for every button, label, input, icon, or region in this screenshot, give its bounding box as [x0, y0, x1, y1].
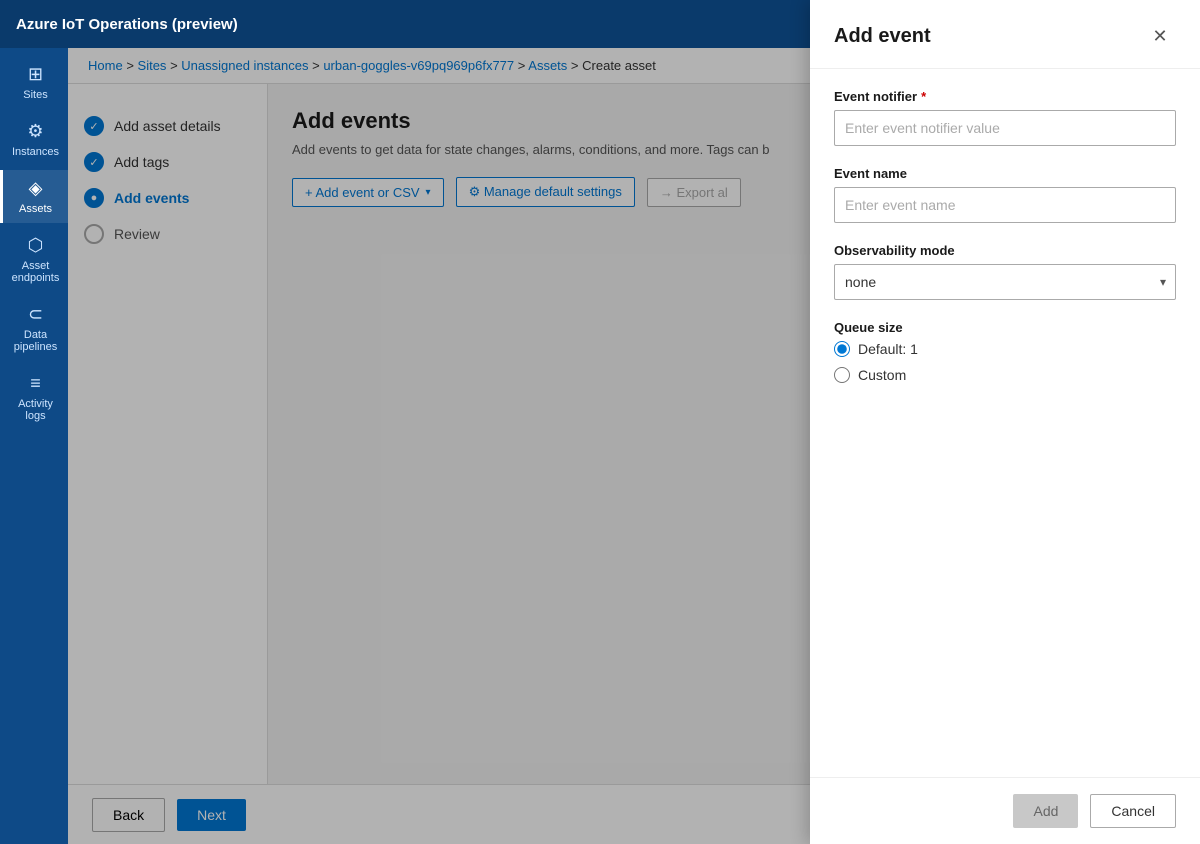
sidebar-item-data-pipelines[interactable]: ⊂ Data pipelines [0, 296, 68, 361]
panel-body: Event notifier * Event name Observabilit… [810, 69, 1200, 777]
queue-size-group: Queue size Default: 1 Custom [834, 320, 1176, 383]
data-pipelines-icon: ⊂ [28, 304, 43, 325]
sidebar: ⊞ Sites ⚙ Instances ◈ Assets ⬡ Asset end… [0, 48, 68, 844]
event-notifier-label: Event notifier * [834, 89, 1176, 104]
event-notifier-input[interactable] [834, 110, 1176, 146]
sidebar-item-label: Activity logs [7, 398, 64, 422]
cancel-button[interactable]: Cancel [1090, 794, 1176, 828]
queue-size-radio-group: Default: 1 Custom [834, 341, 1176, 383]
event-name-label: Event name [834, 166, 1176, 181]
sidebar-item-label: Data pipelines [7, 329, 64, 353]
queue-size-default-option[interactable]: Default: 1 [834, 341, 1176, 357]
observability-mode-group: Observability mode none gauge counter hi… [834, 243, 1176, 300]
event-notifier-group: Event notifier * [834, 89, 1176, 146]
instances-icon: ⚙ [27, 121, 43, 142]
panel-header: Add event ✕ [810, 0, 1200, 69]
asset-endpoints-icon: ⬡ [28, 235, 44, 256]
observability-mode-label: Observability mode [834, 243, 1176, 258]
add-event-panel: Add event ✕ Event notifier * Event name … [810, 0, 1200, 844]
close-button[interactable]: ✕ [1144, 20, 1176, 52]
sidebar-item-label: Asset endpoints [7, 260, 64, 284]
panel-title: Add event [834, 25, 931, 48]
sidebar-item-label: Sites [23, 89, 47, 101]
event-name-group: Event name [834, 166, 1176, 223]
sidebar-item-activity-logs[interactable]: ≡ Activity logs [0, 365, 68, 430]
sidebar-item-sites[interactable]: ⊞ Sites [0, 56, 68, 109]
queue-size-custom-option[interactable]: Custom [834, 367, 1176, 383]
required-indicator: * [921, 89, 926, 104]
panel-footer: Add Cancel [810, 777, 1200, 844]
assets-icon: ◈ [29, 178, 43, 199]
queue-size-default-radio[interactable] [834, 341, 850, 357]
sites-icon: ⊞ [28, 64, 43, 85]
add-button[interactable]: Add [1013, 794, 1078, 828]
queue-size-custom-label: Custom [858, 367, 906, 383]
sidebar-item-label: Assets [19, 203, 52, 215]
event-name-input[interactable] [834, 187, 1176, 223]
sidebar-item-instances[interactable]: ⚙ Instances [0, 113, 68, 166]
observability-mode-select[interactable]: none gauge counter histogram log [834, 264, 1176, 300]
sidebar-item-label: Instances [12, 146, 59, 158]
queue-size-label: Queue size [834, 320, 1176, 335]
queue-size-custom-radio[interactable] [834, 367, 850, 383]
sidebar-item-assets[interactable]: ◈ Assets [0, 170, 68, 223]
queue-size-default-label: Default: 1 [858, 341, 918, 357]
activity-logs-icon: ≡ [30, 373, 41, 394]
sidebar-item-asset-endpoints[interactable]: ⬡ Asset endpoints [0, 227, 68, 292]
observability-mode-wrapper: none gauge counter histogram log ▾ [834, 264, 1176, 300]
app-title: Azure IoT Operations (preview) [16, 16, 238, 33]
